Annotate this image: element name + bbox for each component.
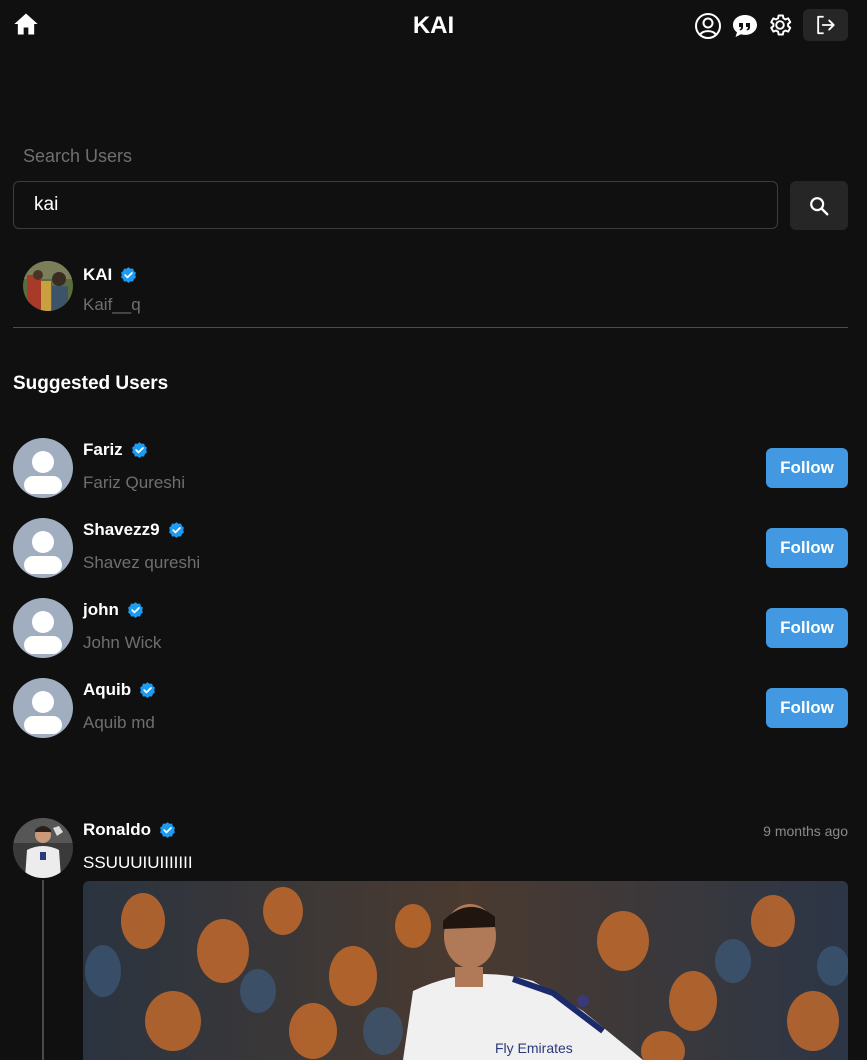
- post-author-avatar[interactable]: [13, 818, 73, 878]
- suggested-user-row[interactable]: Fariz Fariz Qureshi Follow: [13, 438, 848, 500]
- follow-button[interactable]: Follow: [766, 688, 848, 728]
- profile-button[interactable]: [694, 12, 722, 40]
- result-fullname: Kaif__q: [83, 295, 141, 314]
- avatar-placeholder: [13, 678, 73, 738]
- suggested-fullname: John Wick: [83, 633, 162, 652]
- suggested-fullname: Shavez qureshi: [83, 553, 201, 572]
- home-icon[interactable]: [12, 10, 40, 38]
- svg-text:Fly Emirates: Fly Emirates: [495, 1040, 573, 1056]
- verified-badge-icon: [121, 266, 137, 283]
- chat-icon[interactable]: [731, 12, 759, 40]
- avatar: [23, 261, 73, 311]
- search-input[interactable]: [13, 181, 778, 229]
- follow-button[interactable]: Follow: [766, 528, 848, 568]
- suggested-username: Fariz: [83, 440, 149, 460]
- search-button[interactable]: [790, 181, 848, 230]
- post-username-text[interactable]: Ronaldo: [83, 820, 151, 840]
- search-label: Search Users: [23, 146, 133, 166]
- suggested-user-row[interactable]: Shavezz9 Shavez qureshi Follow: [13, 518, 848, 580]
- suggested-username: john: [83, 600, 145, 620]
- home-button[interactable]: [12, 10, 40, 38]
- settings-icon[interactable]: [767, 12, 793, 38]
- header: KAI: [0, 0, 867, 56]
- search-icon[interactable]: [808, 195, 830, 217]
- suggested-users-heading: Suggested Users: [13, 373, 169, 394]
- avatar-placeholder: [13, 518, 73, 578]
- search-result-item[interactable]: KAI Kaif__q: [13, 255, 848, 328]
- suggested-username: Shavezz9: [83, 520, 186, 540]
- suggested-fullname: Fariz Qureshi: [83, 473, 186, 492]
- verified-badge-icon: [160, 821, 175, 838]
- settings-button[interactable]: [767, 12, 795, 40]
- suggested-username-text: Shavezz9: [83, 520, 160, 539]
- suggested-user-row[interactable]: john John Wick Follow: [13, 598, 848, 660]
- page: KAI Search Users kai KAI Kaif__q Suggest…: [0, 0, 867, 1060]
- suggested-username-text: john: [83, 600, 119, 619]
- verified-badge-icon: [127, 601, 143, 618]
- thread-line: [42, 880, 44, 1060]
- post-text: SSUUUIUIIIIIII: [83, 853, 193, 872]
- suggested-username: Aquib: [83, 680, 157, 700]
- chat-button[interactable]: [731, 12, 759, 40]
- result-username-text: KAI: [83, 265, 113, 284]
- profile-icon[interactable]: [694, 12, 722, 40]
- avatar-placeholder: [13, 598, 73, 658]
- suggested-fullname: Aquib md: [83, 713, 155, 732]
- result-username: KAI: [83, 265, 138, 285]
- verified-badge-icon: [168, 521, 184, 538]
- suggested-user-row[interactable]: Aquib Aquib md Follow: [13, 678, 848, 740]
- follow-button[interactable]: Follow: [766, 448, 848, 488]
- post-timestamp: 9 months ago: [763, 823, 848, 839]
- verified-badge-icon: [140, 681, 156, 698]
- post-author-username[interactable]: Ronaldo: [83, 820, 177, 840]
- suggested-username-text: Aquib: [83, 680, 132, 699]
- follow-button[interactable]: Follow: [766, 608, 848, 648]
- verified-badge-icon: [131, 441, 147, 458]
- avatar-placeholder: [13, 438, 73, 498]
- post-image[interactable]: Fly Emirates: [83, 881, 848, 1060]
- suggested-username-text: Fariz: [83, 440, 123, 459]
- logout-button[interactable]: [803, 9, 848, 41]
- logout-icon[interactable]: [814, 14, 837, 36]
